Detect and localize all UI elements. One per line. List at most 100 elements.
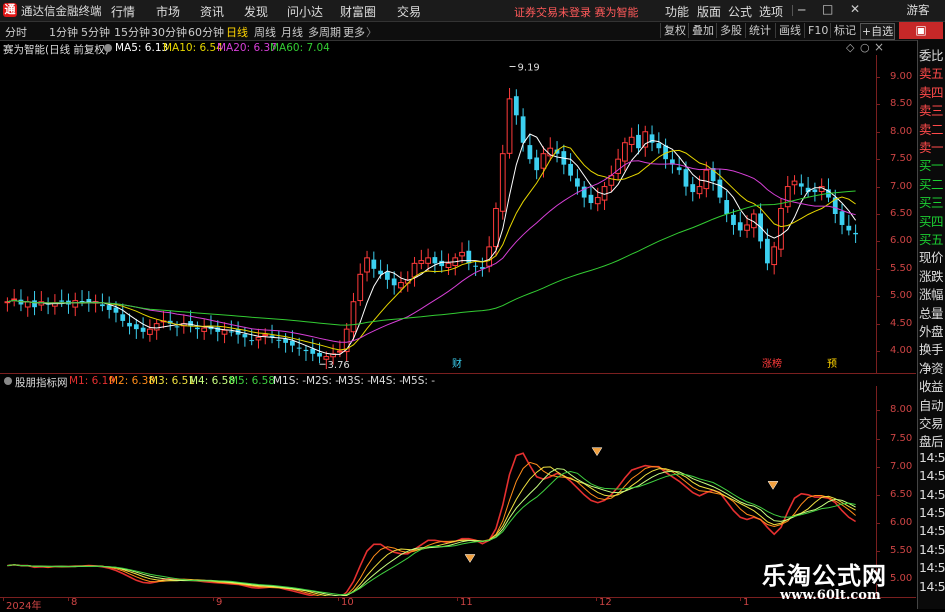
period-60min[interactable]: 60分钟 (188, 24, 224, 40)
add-favorite-button[interactable]: +自选 (860, 23, 895, 40)
login-notice[interactable]: 证券交易未登录 赛为智能 (514, 4, 639, 20)
event-mark[interactable]: 预 (827, 358, 837, 370)
candle-body (195, 327, 200, 330)
tool-huaxian[interactable]: 画线 (775, 23, 804, 38)
candle-body (744, 224, 750, 231)
collapse-icon[interactable]: ◇ (846, 41, 854, 54)
menu-gongshi[interactable]: 公式 (728, 3, 752, 20)
ind-y-tick (876, 466, 880, 468)
period-weekly[interactable]: 周线 (254, 24, 276, 40)
candle-body (846, 225, 852, 231)
x-tick (740, 597, 741, 601)
candle-body (371, 259, 377, 269)
period-monthly[interactable]: 月线 (281, 24, 303, 40)
x-tick (68, 597, 69, 601)
tool-fuquan[interactable]: 复权 (660, 23, 689, 38)
candle-body (350, 301, 357, 333)
ma20-line (7, 160, 856, 343)
signal-triangle-icon[interactable] (464, 554, 476, 563)
candle-body (459, 251, 465, 257)
menu-faxian[interactable]: 发现 (244, 3, 268, 20)
side-panel-item: 14:56 (919, 505, 945, 520)
indicator-chart[interactable] (0, 388, 875, 596)
y-tick-label: 5.00 (890, 290, 913, 302)
period-fenshi[interactable]: 分时 (5, 24, 27, 40)
guest-label[interactable]: 游客 (893, 2, 943, 19)
y-tick-label: 6.50 (890, 208, 913, 219)
period-more[interactable]: 更多 (343, 24, 365, 40)
event-mark[interactable]: 涨榜 (762, 357, 782, 370)
more-arrow-icon[interactable]: 〉 (366, 24, 377, 40)
indicator-settings-icon[interactable] (4, 377, 12, 385)
y-tick-label: 8.00 (890, 125, 913, 137)
period-30min[interactable]: 30分钟 (151, 24, 187, 40)
period-1min[interactable]: 1分钟 (49, 24, 78, 40)
candle-body (628, 136, 635, 145)
close-panel-icon[interactable]: × (874, 40, 884, 54)
event-mark[interactable]: 财 (452, 357, 462, 370)
menu-gongneng[interactable]: 功能 (665, 3, 689, 20)
tool-tongji[interactable]: 统计 (745, 23, 774, 38)
m1s-value: M1S: - (273, 375, 307, 387)
menu-jiaoyi[interactable]: 交易 (397, 3, 421, 20)
signal-triangle-icon[interactable] (767, 481, 779, 490)
candle-body (425, 257, 431, 264)
side-panel-item: 14:56 (919, 449, 945, 465)
menu-wenxiaoda[interactable]: 问小达 (287, 3, 323, 20)
tool-diejia[interactable]: 叠加 (688, 23, 717, 38)
side-panel-item: 卖二 (919, 121, 944, 137)
candle-body (364, 257, 370, 273)
tool-f10[interactable]: F10 (804, 23, 831, 38)
m5-value: M5: 6.58 (229, 375, 275, 387)
minimize-icon[interactable]: ─ (798, 3, 805, 17)
ma60-value: MA60: 7.04 (270, 42, 330, 54)
ind-y-tick-label: 7.00 (890, 460, 913, 472)
y-tick-label: 4.50 (890, 317, 913, 329)
m4s-value: M4S: - (370, 375, 404, 387)
candle-body (249, 340, 255, 342)
restore-icon[interactable]: □ (822, 2, 833, 16)
period-daily[interactable]: 日线 (226, 24, 248, 40)
side-panel-item: 买四 (919, 213, 944, 229)
ind-y-tick-label: 6.00 (890, 516, 913, 528)
divider (792, 5, 793, 16)
menu-zixun[interactable]: 资讯 (200, 3, 224, 20)
menu-xuanxiang[interactable]: 选项 (759, 3, 783, 20)
side-panel-item: 卖三 (919, 103, 944, 119)
candle-body (520, 116, 526, 143)
x-tick-label: 11 (460, 597, 473, 608)
x-tick-label: 2024年 (6, 601, 42, 612)
close-icon[interactable]: ✕ (850, 2, 860, 16)
menu-shichang[interactable]: 市场 (156, 3, 180, 20)
kline-chart[interactable]: 9.19 3.76 财 涨榜 预 (0, 55, 875, 373)
tool-duogu[interactable]: 多股 (716, 23, 745, 38)
tool-biaoji[interactable]: 标记 (830, 23, 859, 38)
x-tick-label: 1 (743, 597, 750, 608)
settings-dot-icon[interactable] (104, 44, 112, 52)
candle-body (499, 153, 506, 212)
menu-hangqing[interactable]: 行情 (111, 3, 135, 20)
candle-body (506, 98, 513, 154)
menu-caifuquan[interactable]: 财富圈 (340, 3, 376, 20)
y-tick-label: 8.50 (890, 98, 913, 110)
m5s-value: M5S: - (402, 375, 436, 387)
window-layout-button[interactable]: ▣ (899, 22, 943, 39)
candle-body (24, 301, 31, 308)
y-tick (876, 241, 880, 243)
period-15min[interactable]: 15分钟 (114, 24, 150, 40)
side-panel-item: 卖四 (919, 84, 944, 100)
y-tick-label: 7.50 (890, 153, 913, 165)
candle-body (201, 327, 208, 332)
candle-body (127, 322, 132, 327)
menu-banmian[interactable]: 版面 (697, 3, 721, 20)
period-multi[interactable]: 多周期 (308, 24, 341, 40)
pin-icon[interactable]: ○ (860, 41, 870, 54)
period-5min[interactable]: 5分钟 (81, 24, 110, 40)
signal-triangle-icon[interactable] (591, 447, 603, 457)
watermark-url: www.60lt.com (780, 588, 881, 603)
candle-body (140, 327, 146, 332)
y-tick (876, 76, 880, 78)
ind-y-tick (876, 438, 880, 440)
ind-y-tick-label: 6.50 (890, 488, 913, 500)
candle-body (296, 347, 302, 349)
